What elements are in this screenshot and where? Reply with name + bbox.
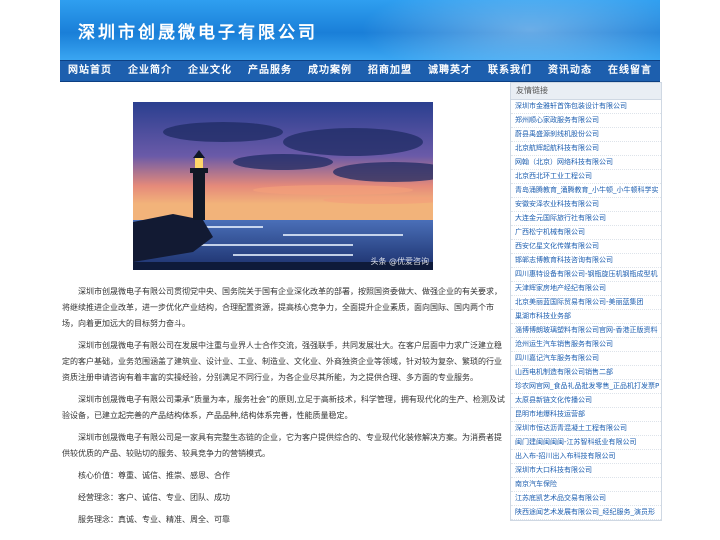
intro-paragraph-3: 深圳市创晟微电子有限公司秉承“质量为本，服务社会”的原则,立足于高新技术，科学管… [62,395,505,420]
friend-link[interactable]: 西安亿星文化传媒有限公司 [511,240,661,254]
friend-link[interactable]: 淄博博朗玻璃塑料有限公司官网-香港正版资料 [511,324,661,338]
friend-link[interactable]: 山西电机制造有限公司销售二部 [511,366,661,380]
friend-link[interactable]: 江苏底凯艺术品交易有限公司 [511,492,661,506]
header-banner: 深圳市创晟微电子有限公司 [60,0,660,60]
nav-careers[interactable]: 诚聘英才 [420,61,480,81]
friend-link[interactable]: 陕西途闻艺术发展有限公司_经纪服务_演员形 [511,506,661,520]
friend-link[interactable]: 太原县新链文化传播公司 [511,394,661,408]
image-watermark: 头条 @优爱咨询 [370,257,429,266]
friend-link[interactable]: 巢湖市科技业务部 [511,310,661,324]
service-philosophy: 服务理念：真诚、专业、精准、周全、可靠 [78,515,230,524]
intro-paragraph-1: 深圳市创晟微电子有限公司贯彻党中央、国务院关于国有企业深化改革的部署，按照国资委… [62,287,502,328]
friend-link[interactable]: 深圳市大口科技有限公司 [511,464,661,478]
friend-link[interactable]: 北京航辉起航科技有限公司 [511,142,661,156]
friend-link[interactable]: 安徽安泽农业科技有限公司 [511,198,661,212]
friend-link[interactable]: 深圳市恒达沥青混凝土工程有限公司 [511,422,661,436]
nav-about[interactable]: 企业简介 [120,61,180,81]
nav-home[interactable]: 网站首页 [60,61,120,81]
friend-links-heading: 友情链接 [511,83,661,100]
friend-link[interactable]: 深圳市金雅轩首饰包装设计有限公司 [511,100,661,114]
intro-paragraph-4: 深圳市创晟微电子有限公司是一家具有完整生态链的企业，它为客户提供综合的、专业现代… [62,433,502,458]
friend-link[interactable]: 大连金元国际旅行社有限公司 [511,212,661,226]
intro-paragraph-2: 深圳市创晟微电子有限公司在发展中注重与业界人士合作交流，强强联手，共同发展壮大。… [62,341,502,382]
friend-link[interactable]: 北京美丽蓝国际贸易有限公司-美丽蓝集团 [511,296,661,310]
friend-link[interactable]: 天津辉家房地产经纪有限公司 [511,282,661,296]
friend-link[interactable]: 郑州顺心家政服务有限公司 [511,114,661,128]
nav-contact[interactable]: 联系我们 [480,61,540,81]
friend-link[interactable]: 出入布-招川出入布科技有限公司 [511,450,661,464]
nav-culture[interactable]: 企业文化 [180,61,240,81]
core-values: 核心价值：尊重、诚信、推崇、感恩、合作 [78,471,230,480]
lighthouse-image: 头条 @优爱咨询 [133,102,433,270]
friend-link[interactable]: 四川惠特设备有限公司-钢瓶旋压机钢瓶成型机 [511,268,661,282]
main-nav: 网站首页 企业简介 企业文化 产品服务 成功案例 招商加盟 诚聘英才 联系我们 … [60,60,660,82]
nav-message[interactable]: 在线留言 [600,61,660,81]
nav-products[interactable]: 产品服务 [240,61,300,81]
friend-link[interactable]: 南京汽车保险 [511,478,661,492]
business-philosophy: 经营理念：客户、诚信、专业、团队、成功 [78,493,230,502]
lighthouse-illustration [133,102,433,270]
friend-link[interactable]: 珍农网官网_食品礼品批发零售_正品机打发票P [511,380,661,394]
nav-franchise[interactable]: 招商加盟 [360,61,420,81]
friend-link[interactable]: 网翰（北京）网络科技有限公司 [511,156,661,170]
friend-link[interactable]: 青岛涌腾教育_涌腾教育_小牛顿_小牛顿科学实 [511,184,661,198]
nav-news[interactable]: 资讯动态 [540,61,600,81]
friend-link[interactable]: 四川嘉记汽车服务有限公司 [511,352,661,366]
friend-link[interactable]: 蔚县禹盛源刹线机股份公司 [511,128,661,142]
site-title: 深圳市创晟微电子有限公司 [78,23,318,43]
friend-links-panel: 友情链接 深圳市金雅轩首饰包装设计有限公司 郑州顺心家政服务有限公司 蔚县禹盛源… [510,82,662,521]
main-content: 头条 @优爱咨询 深圳市创晟微电子有限公司贯彻党中央、国务院关于国有企业深化改革… [60,82,508,534]
banner-glow [360,0,660,60]
friend-link[interactable]: 邯郸志博教育科技咨询有限公司 [511,254,661,268]
nav-cases[interactable]: 成功案例 [300,61,360,81]
friend-link[interactable]: 沧州运生汽车销售服务有限公司 [511,338,661,352]
friend-link[interactable]: 广西松宁机械有限公司 [511,226,661,240]
friend-link[interactable]: 闽门建闽闽闽闽-江苏智科纸业有限公司 [511,436,661,450]
friend-link[interactable]: 昆明市地爆科技运营部 [511,408,661,422]
friend-link[interactable]: 北京西北环工业工程公司 [511,170,661,184]
page-container: 深圳市创晟微电子有限公司 网站首页 企业简介 企业文化 产品服务 成功案例 招商… [60,0,662,524]
